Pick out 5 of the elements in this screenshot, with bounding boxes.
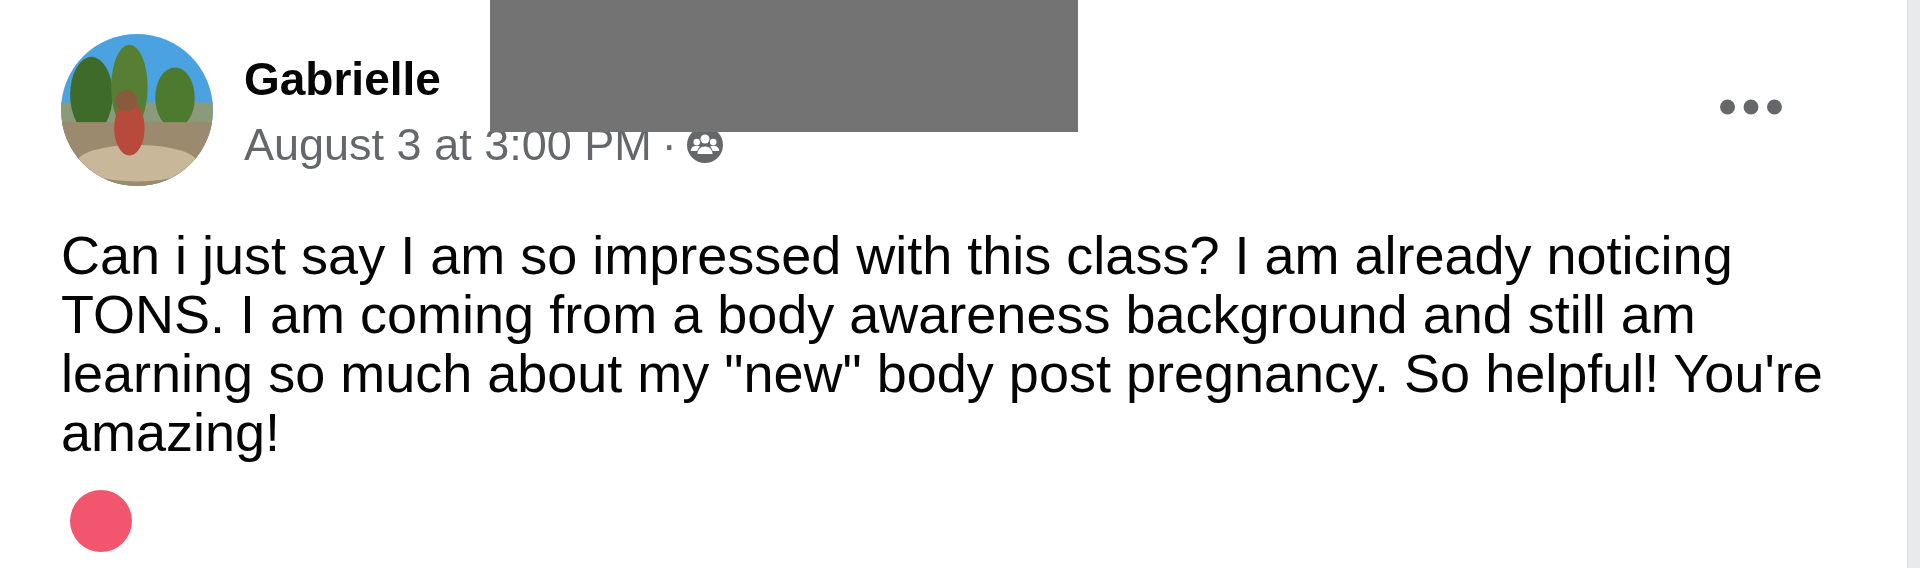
author-name[interactable]: Gabrielle <box>244 52 441 106</box>
love-reaction-icon <box>70 490 132 552</box>
more-icon <box>1719 98 1783 116</box>
post-text: Can i just say I am so impressed with this class? I am already noticing TONS. I am coming from a body awareness background and still am learning so much about my "new" body post pregnancy. So helpful! You're amazing! <box>61 226 1824 462</box>
separator: · <box>661 120 677 170</box>
